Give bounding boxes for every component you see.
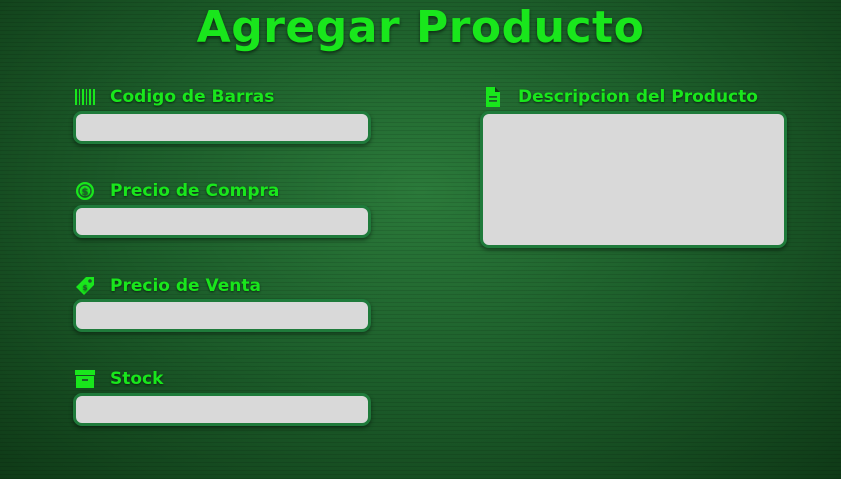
price-tag-icon: $ bbox=[74, 275, 96, 297]
barcode-label-group: Codigo de Barras bbox=[74, 86, 274, 108]
svg-text:$: $ bbox=[83, 284, 88, 292]
sale-price-input[interactable] bbox=[73, 299, 371, 332]
document-icon bbox=[482, 86, 504, 108]
page-title: Agregar Producto bbox=[196, 2, 645, 53]
sale-price-label-group: $ Precio de Venta bbox=[74, 275, 261, 297]
description-label-group: Descripcion del Producto bbox=[482, 86, 758, 108]
archive-box-icon bbox=[74, 368, 96, 390]
stock-input[interactable] bbox=[73, 393, 371, 426]
barcode-label: Codigo de Barras bbox=[110, 87, 275, 107]
purchase-price-label: Precio de Compra bbox=[110, 181, 280, 201]
barcode-icon bbox=[74, 86, 96, 108]
money-coin-icon: $ bbox=[74, 180, 96, 202]
sale-price-label: Precio de Venta bbox=[110, 276, 261, 296]
description-label: Descripcion del Producto bbox=[518, 87, 758, 107]
description-textarea[interactable] bbox=[480, 111, 787, 248]
purchase-price-label-group: $ Precio de Compra bbox=[74, 180, 279, 202]
barcode-input[interactable] bbox=[73, 111, 371, 144]
svg-text:$: $ bbox=[82, 187, 89, 198]
stock-label: Stock bbox=[110, 369, 164, 389]
stock-label-group: Stock bbox=[74, 368, 163, 390]
purchase-price-input[interactable] bbox=[73, 205, 371, 238]
